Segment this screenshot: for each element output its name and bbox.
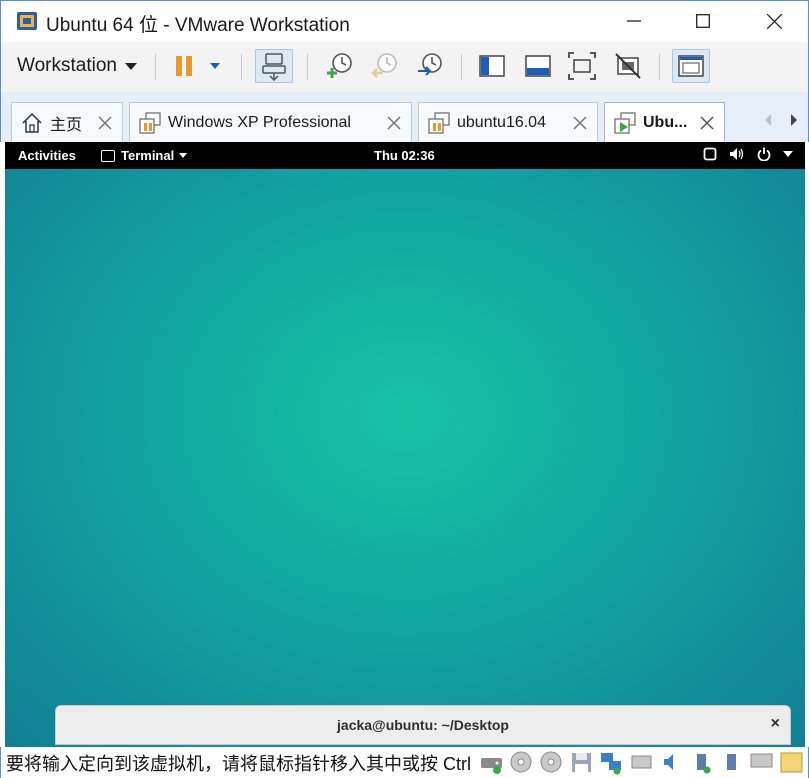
volume-icon [730,148,744,160]
minimize-button[interactable] [611,1,657,41]
chevron-down-icon [179,153,188,158]
toolbar-divider [659,54,660,80]
vm-icon [428,111,450,134]
tab-home[interactable]: 主页 [11,102,123,142]
suspend-button[interactable] [169,49,227,83]
close-icon[interactable] [96,114,114,132]
display-icon[interactable] [749,750,774,775]
workstation-menu[interactable]: Workstation [11,50,143,82]
cd-drive-icon[interactable] [509,750,534,775]
snapshot-manager-icon [418,53,442,76]
chevron-left-icon[interactable] [761,112,775,128]
send-ctrl-alt-del-button[interactable] [255,49,293,83]
usb-device-icon[interactable] [629,750,654,775]
chevron-down-icon [783,151,793,157]
console-view-icon [678,55,704,77]
thumbnail-bar-icon [525,55,551,77]
console-view-button[interactable] [672,49,710,83]
tab-ubuntu64[interactable]: Ubu... [604,102,725,142]
tab-windows-xp[interactable]: Windows XP Professional [129,102,412,142]
sidebar-view-icon [479,55,505,77]
minimize-icon [627,20,641,22]
window-icon [703,147,717,161]
workstation-menu-label: Workstation [17,55,117,76]
revert-snapshot-button [366,49,402,83]
window-title: Ubuntu 64 位 - VMware Workstation [46,15,350,36]
close-icon[interactable] [698,114,716,132]
vm-running-icon [614,111,636,134]
snapshot-take-icon [327,53,352,78]
close-icon [766,13,782,29]
unity-mode-icon [615,53,641,79]
toolbar: Workstation [0,42,809,92]
close-button[interactable] [751,1,797,41]
snapshot-revert-icon [371,53,397,78]
terminal-window-title: jacka@ubuntu: ~/Desktop [337,717,509,733]
printer-icon[interactable] [719,750,744,775]
toolbar-divider [241,54,242,80]
sound-card-icon[interactable] [659,750,684,775]
toolbar-divider [155,54,156,80]
app-menu-terminal[interactable]: Terminal [101,148,188,163]
network-adapter-icon[interactable] [599,750,624,775]
activities-button[interactable]: Activities [18,148,76,163]
chevron-down-icon [124,62,137,70]
status-bar: 要将输入定向到该虚拟机，请将鼠标指针移入其中或按 Ctrl [0,747,809,778]
gnome-top-bar: Activities Terminal Thu 02:36 [5,142,805,169]
toolbar-divider [461,54,462,80]
usb-controller-icon[interactable] [689,750,714,775]
close-icon[interactable] [571,114,589,132]
app-menu-label: Terminal [121,148,175,163]
vmware-app-icon [17,12,37,30]
thumbnail-view-button[interactable] [519,49,557,83]
snapshot-manager-button[interactable] [411,49,447,83]
library-view-button[interactable] [473,49,511,83]
floppy-icon[interactable] [569,750,594,775]
system-menu[interactable] [703,147,793,161]
hard-disk-icon[interactable] [479,750,504,775]
power-icon [757,147,771,161]
tab-ubuntu1604[interactable]: ubuntu16.04 [418,102,598,142]
cd-drive-icon[interactable] [539,750,564,775]
tab-label: ubuntu16.04 [457,113,546,131]
status-hint: 要将输入定向到该虚拟机，请将鼠标指针移入其中或按 Ctrl [6,754,471,774]
maximize-button[interactable] [680,1,726,41]
message-icon[interactable] [779,750,804,775]
title-bar: Ubuntu 64 位 - VMware Workstation [0,0,809,42]
tab-strip: 主页 Windows XP Professional ubuntu16.04 U… [0,92,809,142]
device-tray [479,750,804,775]
terminal-close-button[interactable]: × [771,715,780,733]
pause-icon [176,56,220,76]
take-snapshot-button[interactable] [321,49,357,83]
chevron-right-icon[interactable] [787,112,801,128]
vm-icon [139,111,161,134]
fullscreen-icon [568,52,596,80]
unity-mode-button[interactable] [609,49,647,83]
tab-label: Windows XP Professional [168,113,351,131]
fullscreen-button[interactable] [563,49,601,83]
vm-display[interactable]: Activities Terminal Thu 02:36 jacka@ubun… [5,142,805,747]
keyboard-send-icon [262,53,286,81]
clock[interactable]: Thu 02:36 [374,148,435,163]
terminal-icon [101,149,115,162]
close-icon[interactable] [385,114,403,132]
home-icon [22,112,42,133]
tab-label: 主页 [50,116,83,134]
toolbar-divider [307,54,308,80]
maximize-icon [696,14,710,28]
tab-label: Ubu... [643,113,688,131]
terminal-window-titlebar[interactable]: jacka@ubuntu: ~/Desktop × [55,705,791,745]
